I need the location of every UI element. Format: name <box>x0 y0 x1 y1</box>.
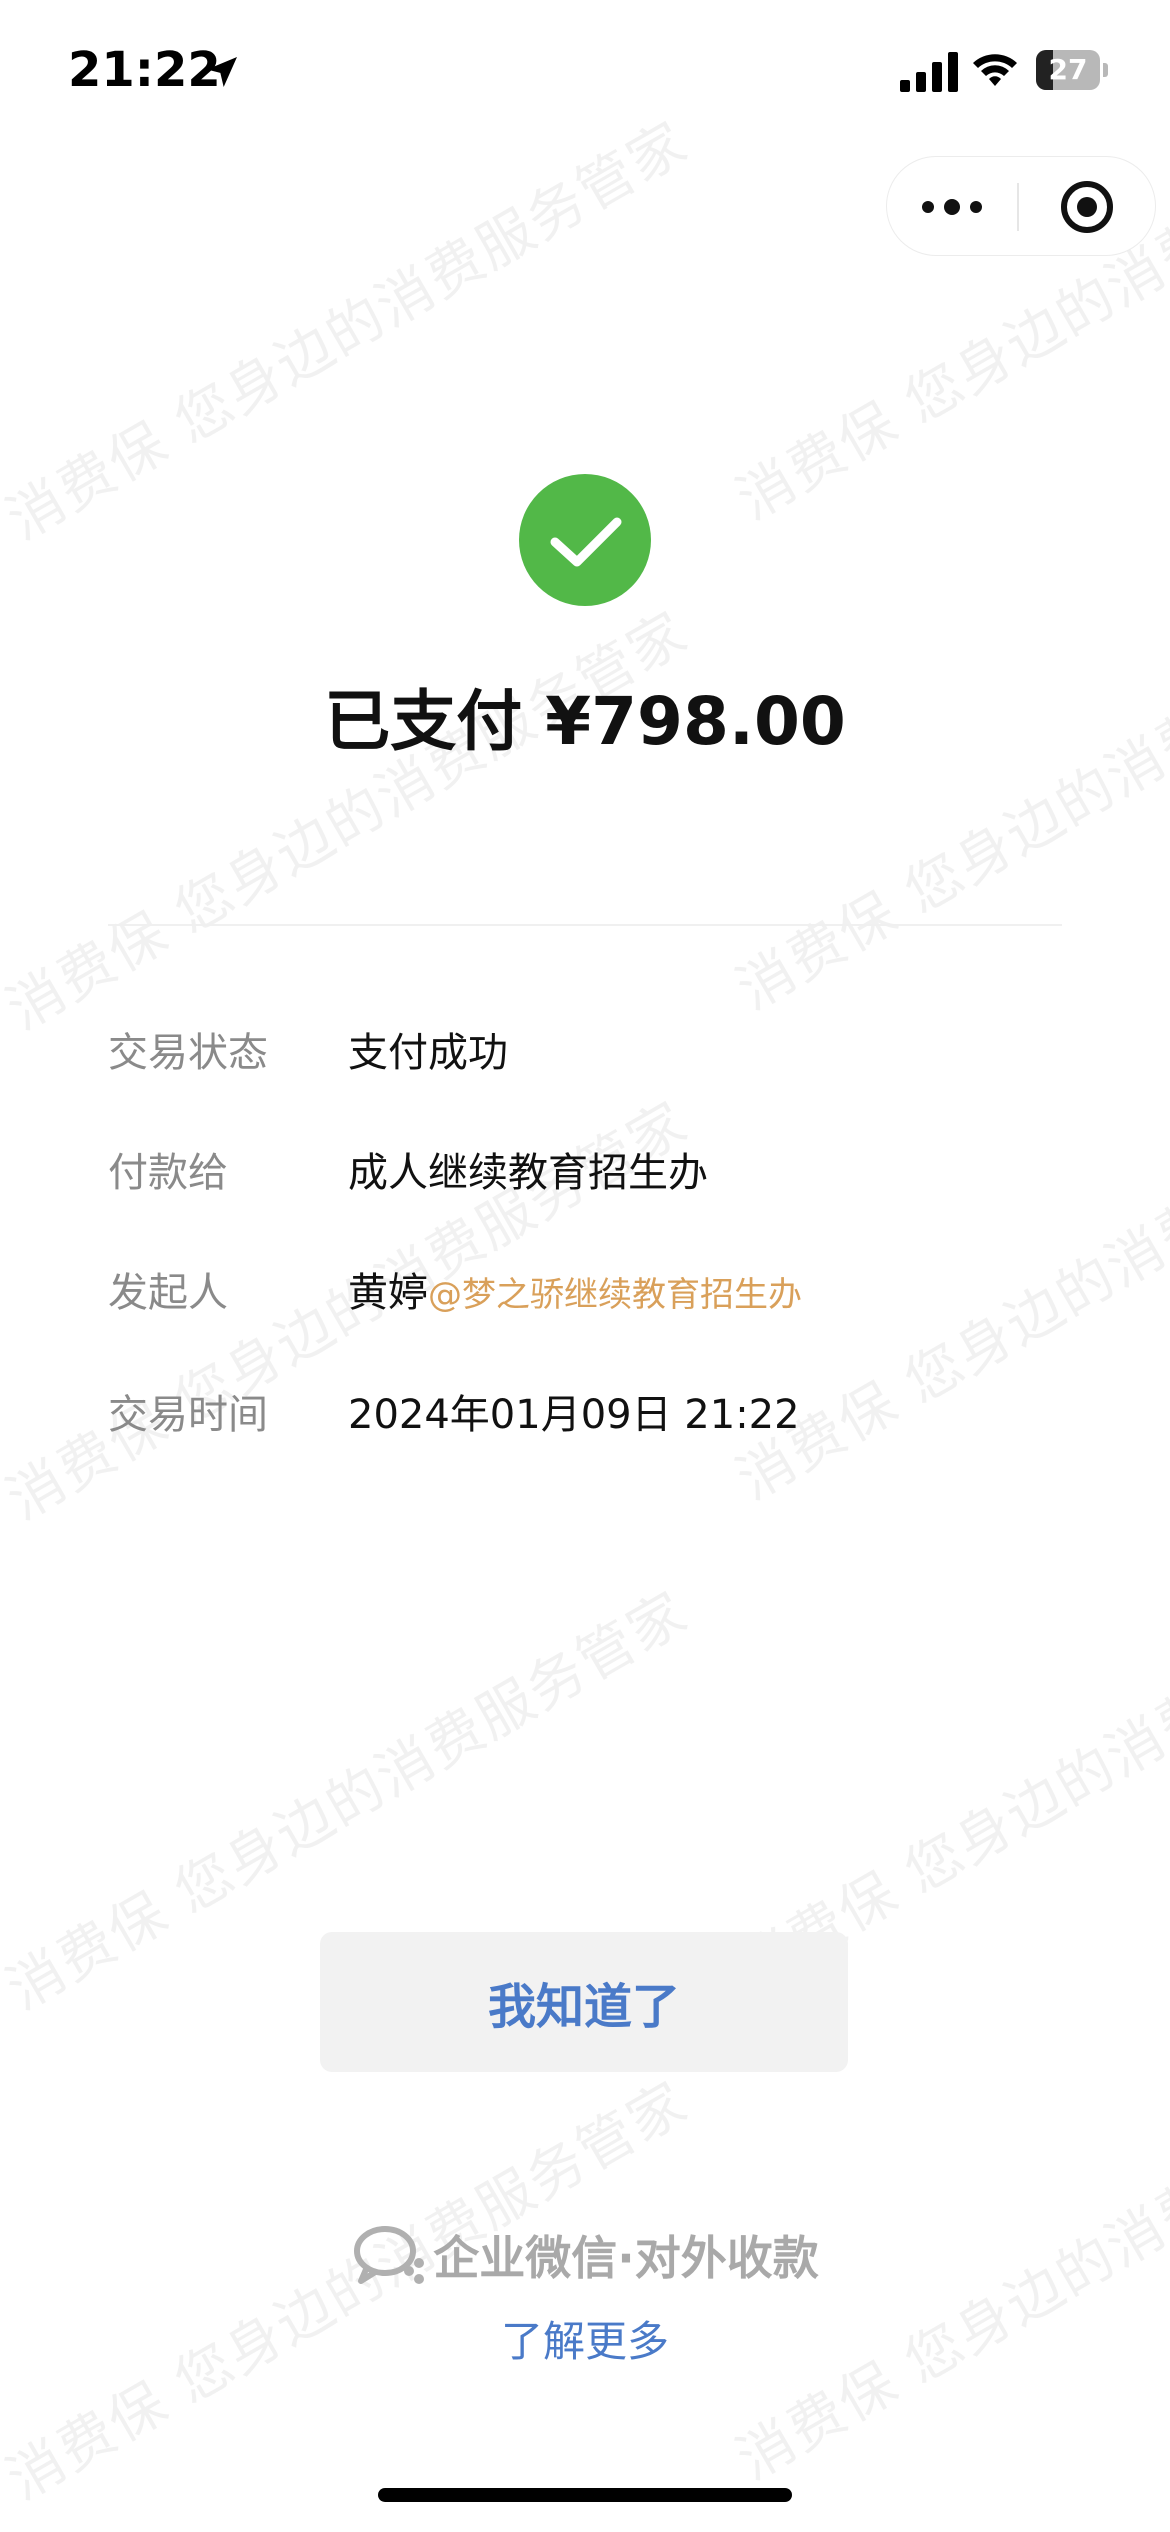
close-button[interactable] <box>1019 157 1155 257</box>
battery-icon: 27 <box>1036 50 1108 90</box>
cellular-signal-icon <box>900 52 958 92</box>
home-indicator <box>378 2488 792 2502</box>
more-dots-icon <box>922 199 982 215</box>
detail-value-initiator: 黄婷@梦之骄继续教育招生办 <box>348 1260 802 1318</box>
wifi-icon <box>973 54 1017 86</box>
footer-brand: 企业微信·对外收款 <box>0 2222 1170 2288</box>
footer-brand-text: 企业微信·对外收款 <box>433 2231 819 2285</box>
detail-row-payee: 付款给 成人继续教育招生办 <box>108 1140 1068 1200</box>
detail-label: 交易时间 <box>108 1392 268 1438</box>
initiator-name: 黄婷 <box>348 1270 428 1316</box>
location-arrow-icon <box>207 57 237 87</box>
detail-value: 成人继续教育招生办 <box>348 1150 708 1196</box>
more-button[interactable] <box>887 157 1017 257</box>
capsule-menu <box>886 156 1156 256</box>
detail-label: 交易状态 <box>108 1030 268 1076</box>
wecom-logo-icon <box>354 2226 425 2284</box>
initiator-org: @梦之骄继续教育招生办 <box>428 1275 802 1315</box>
check-circle-icon <box>519 474 651 606</box>
detail-row-initiator: 发起人 黄婷@梦之骄继续教育招生办 <box>108 1260 1068 1320</box>
watermark-text: 消费保 您身边的消费服务管家 <box>726 579 1170 1023</box>
battery-level: 27 <box>1048 53 1088 86</box>
payment-amount-title: 已支付 ¥798.00 <box>324 683 846 760</box>
close-target-icon <box>1061 181 1113 233</box>
watermark-text: 消费保 您身边的消费服务管家 <box>0 599 699 1043</box>
divider <box>108 924 1062 926</box>
status-bar: 21:22 27 <box>0 0 1170 150</box>
got-it-button[interactable]: 我知道了 <box>320 1932 848 2072</box>
learn-more-link[interactable]: 了解更多 <box>0 2308 1170 2369</box>
detail-row-time: 交易时间 2024年01月09日 21:22 <box>108 1382 1068 1442</box>
status-time: 21:22 <box>68 42 221 98</box>
detail-value: 2024年01月09日 21:22 <box>348 1392 800 1438</box>
detail-value: 支付成功 <box>348 1030 508 1076</box>
detail-row-status: 交易状态 支付成功 <box>108 1020 1068 1080</box>
detail-label: 付款给 <box>108 1150 228 1196</box>
detail-label: 发起人 <box>108 1270 228 1316</box>
